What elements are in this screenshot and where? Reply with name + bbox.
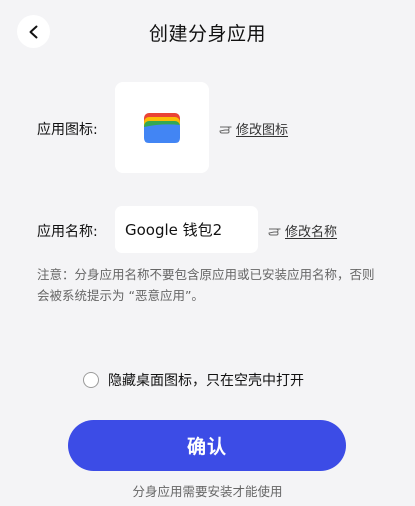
edit-icon-link[interactable]: 修改图标 bbox=[219, 119, 288, 138]
notice-text: 注意：分身应用名称不要包含原应用或已安装应用名称，否则会被系统提示为 “恶意应用… bbox=[37, 267, 375, 303]
edit-name-link-text: 修改名称 bbox=[285, 225, 338, 240]
hand-point-icon bbox=[219, 126, 232, 133]
hide-icon-label: 隐藏桌面图标，只在空壳中打开 bbox=[108, 373, 304, 389]
app-name-input[interactable] bbox=[115, 206, 258, 253]
edit-name-link[interactable]: 修改名称 bbox=[268, 221, 337, 240]
header: 创建分身应用 bbox=[0, 0, 415, 64]
edit-icon-link-text: 修改图标 bbox=[236, 123, 289, 138]
confirm-button[interactable]: 确认 bbox=[68, 420, 346, 471]
footer-note: 分身应用需要安装才能使用 bbox=[132, 484, 283, 499]
app-icon-preview[interactable] bbox=[115, 82, 209, 173]
app-name-label: 应用名称: bbox=[37, 224, 98, 240]
google-wallet-icon bbox=[144, 112, 180, 143]
hand-point-icon bbox=[268, 228, 281, 235]
page-title: 创建分身应用 bbox=[148, 23, 266, 45]
hide-icon-radio[interactable] bbox=[83, 372, 99, 388]
hide-icon-option[interactable]: 隐藏桌面图标，只在空壳中打开 bbox=[83, 370, 304, 390]
app-icon-label: 应用图标: bbox=[37, 122, 98, 138]
